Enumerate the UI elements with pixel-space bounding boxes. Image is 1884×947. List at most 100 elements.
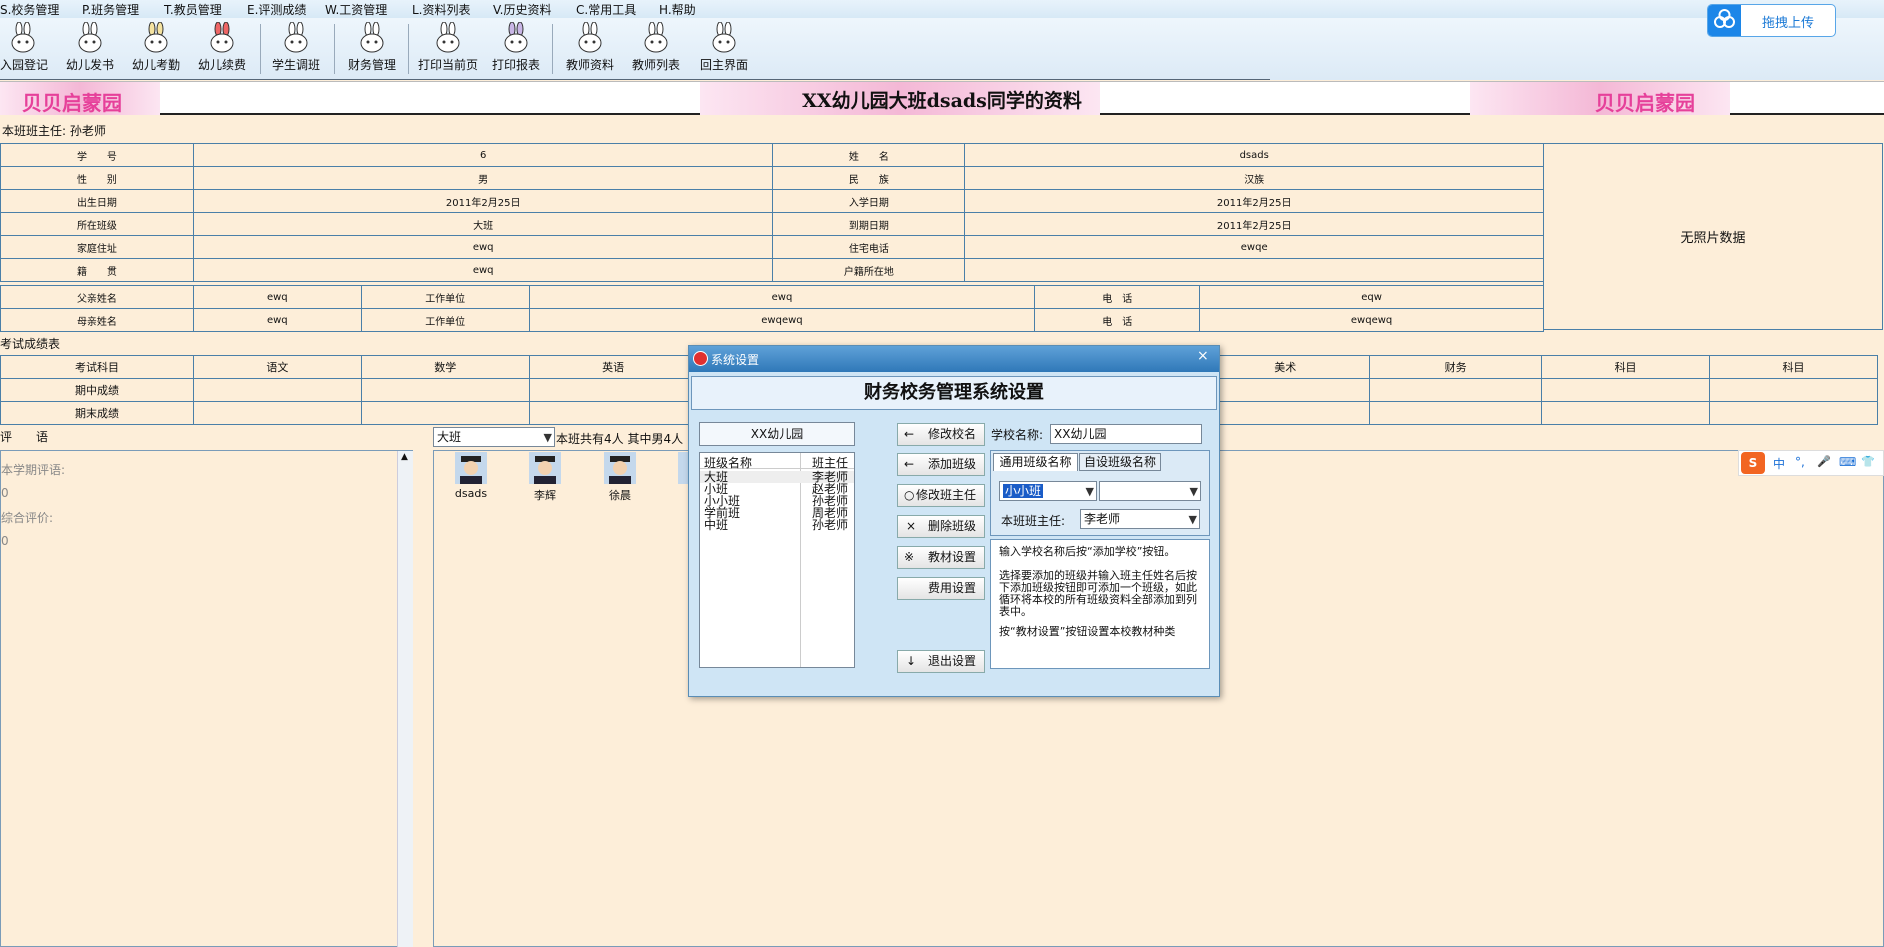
rabbit-icon: [360, 22, 384, 53]
table-cell[interactable]: [1369, 401, 1543, 425]
custom-class-combo[interactable]: ▼: [1099, 481, 1201, 501]
menu-salary[interactable]: W.工资管理: [325, 1, 387, 18]
exit-settings-button[interactable]: ↓ 退出设置: [897, 650, 985, 673]
toolbar-home-button[interactable]: 回主界面: [696, 22, 752, 73]
toolbar-separator: [552, 24, 553, 74]
exam-title: 考试成绩表: [0, 337, 61, 351]
table-header: 数学: [360, 355, 530, 379]
button-label: 退出设置: [928, 654, 977, 668]
student-avatar[interactable]: dsads: [454, 452, 488, 502]
class-teacher-combo[interactable]: 李老师 ▼: [1080, 509, 1200, 529]
table-row: 所在班级 大班 到期日期 2011年2月25日: [0, 212, 1544, 236]
close-button[interactable]: ×: [1197, 348, 1209, 364]
help-text: 选择要添加的班级并输入班主任姓名后按下添加班级按钮即可添加一个班级，如此循环将本…: [999, 569, 1197, 618]
avatar-icon: [455, 452, 487, 484]
scroll-up-icon[interactable]: ▲: [401, 452, 408, 462]
class-select[interactable]: 大班 ▼: [433, 427, 555, 447]
table-cell: 期末成绩: [0, 401, 194, 425]
microphone-icon[interactable]: 🎤: [1817, 455, 1831, 468]
menu-scores[interactable]: E.评测成绩: [247, 1, 306, 18]
table-header: 科目: [1709, 355, 1878, 379]
menu-help[interactable]: H.帮助: [659, 1, 696, 18]
table-cell: 家庭住址: [0, 235, 194, 259]
menu-school[interactable]: S.校务管理: [0, 1, 59, 18]
menu-tools[interactable]: C.常用工具: [576, 1, 636, 18]
keyboard-icon[interactable]: ⌨: [1839, 455, 1856, 469]
tab-custom-class-names[interactable]: 自设班级名称: [1079, 453, 1161, 471]
class-name: 中班: [704, 518, 729, 532]
toolbar-teacher-info-button[interactable]: 教师资料: [562, 22, 618, 73]
toolbar-print-page-button[interactable]: 打印当前页: [414, 22, 482, 73]
app-logo-icon: [693, 351, 708, 366]
table-cell: ewqewq: [528, 308, 1036, 332]
tab-common-class-names[interactable]: 通用班级名称: [993, 453, 1078, 471]
toolbar-finance-button[interactable]: 财务管理: [344, 22, 400, 73]
table-cell[interactable]: [192, 378, 362, 402]
school-name-display: XX幼儿园: [699, 422, 855, 446]
menu-lists[interactable]: L.资料列表: [412, 1, 471, 18]
rename-school-button[interactable]: ← 修改校名: [897, 423, 985, 446]
student-avatar[interactable]: 徐晨: [603, 452, 637, 502]
edit-teacher-button[interactable]: ○ 修改班主任: [897, 484, 985, 507]
delete-icon: ×: [906, 519, 917, 533]
menu-staff[interactable]: T.教员管理: [164, 1, 222, 18]
comment-label: 评 语: [0, 430, 49, 444]
toolbar-transfer-button[interactable]: 学生调班: [268, 22, 324, 73]
toolbar-finance-label: 财务管理: [347, 58, 396, 72]
fee-settings-button[interactable]: 费用设置: [897, 577, 985, 600]
dialog-titlebar[interactable]: 系统设置 ×: [689, 346, 1219, 372]
school-name-input[interactable]: XX幼儿园: [1050, 424, 1202, 444]
comment-scrollbar[interactable]: ▲: [397, 451, 413, 947]
table-cell[interactable]: [1369, 378, 1543, 402]
toolbar-enroll-button[interactable]: 入园登记: [0, 22, 48, 73]
table-cell[interactable]: [528, 378, 698, 402]
toolbar-attendance-button[interactable]: 幼儿考勤: [128, 22, 184, 73]
button-label: 教材设置: [928, 550, 977, 564]
class-teacher: 孙老师: [812, 518, 849, 532]
table-cell[interactable]: [1200, 401, 1371, 425]
school-name-label: 学校名称:: [991, 428, 1044, 442]
textbook-settings-button[interactable]: ※ 教材设置: [897, 546, 985, 569]
class-list[interactable]: 班级名称 班主任 大班 李老师 小班 赵老师 小小班 孙老师 学前班 周老师 中班 孙老师: [699, 452, 855, 668]
table-cell[interactable]: [1541, 378, 1711, 402]
class-teacher-line: 本班班主任: 孙老师: [2, 124, 106, 138]
table-cell: dsads: [964, 143, 1544, 167]
table-cell[interactable]: [1541, 401, 1711, 425]
school-name-value: XX幼儿园: [1054, 427, 1107, 441]
table-cell[interactable]: [192, 401, 362, 425]
student-avatar[interactable]: 李辉: [528, 452, 562, 502]
comment-textarea[interactable]: 本学期评语: 0 综合评价: 0 ▲: [0, 450, 413, 947]
table-cell[interactable]: [1709, 378, 1878, 402]
rabbit-icon: [644, 22, 668, 53]
table-cell[interactable]: [528, 401, 698, 425]
skin-icon[interactable]: 👕: [1861, 455, 1875, 468]
arrow-down-icon: ↓: [906, 654, 917, 668]
rabbit-icon: [712, 22, 736, 53]
toolbar-books-button[interactable]: 幼儿发书: [62, 22, 118, 73]
class-tabs-panel: 通用班级名称 自设班级名称 小小班 ▼ ▼ 本班班主任: 李老师 ▼: [990, 450, 1210, 536]
table-cell[interactable]: [360, 401, 530, 425]
ime-punctuation-toggle[interactable]: °,: [1795, 455, 1805, 469]
toolbar-teacher-list-button[interactable]: 教师列表: [628, 22, 684, 73]
ime-chinese-toggle[interactable]: 中: [1773, 455, 1785, 472]
toolbar-print-report-button[interactable]: 打印报表: [488, 22, 544, 73]
chevron-down-icon: ▼: [543, 431, 552, 444]
menu-class[interactable]: P.班务管理: [82, 1, 139, 18]
table-cell[interactable]: [1200, 378, 1371, 402]
ime-toolbar: S 中 °, 🎤 ⌨ 👕: [1738, 450, 1884, 476]
table-cell[interactable]: [360, 378, 530, 402]
delete-class-button[interactable]: × 删除班级: [897, 515, 985, 538]
overall-comment-label: 综合评价:: [1, 511, 54, 525]
student-info-table: 学 号6姓 名 dsads 性 别男民 族汉族 出生日期 2011年2月25日 入学日…: [0, 143, 1544, 282]
menu-history[interactable]: V.历史资料: [493, 1, 551, 18]
table-cell[interactable]: [1709, 401, 1878, 425]
toolbar-renew-button[interactable]: 幼儿续费: [194, 22, 250, 73]
toolbar-print-report-label: 打印报表: [491, 58, 540, 72]
list-item[interactable]: 中班 孙老师: [700, 519, 854, 531]
dialog-heading: 财务校务管理系统设置: [691, 376, 1217, 410]
table-cell: eqw: [1199, 285, 1544, 309]
rabbit-icon: [578, 22, 602, 53]
add-class-button[interactable]: ← 添加班级: [897, 453, 985, 476]
common-class-combo[interactable]: 小小班 ▼: [999, 481, 1097, 501]
table-cell: 期中成绩: [0, 378, 194, 402]
